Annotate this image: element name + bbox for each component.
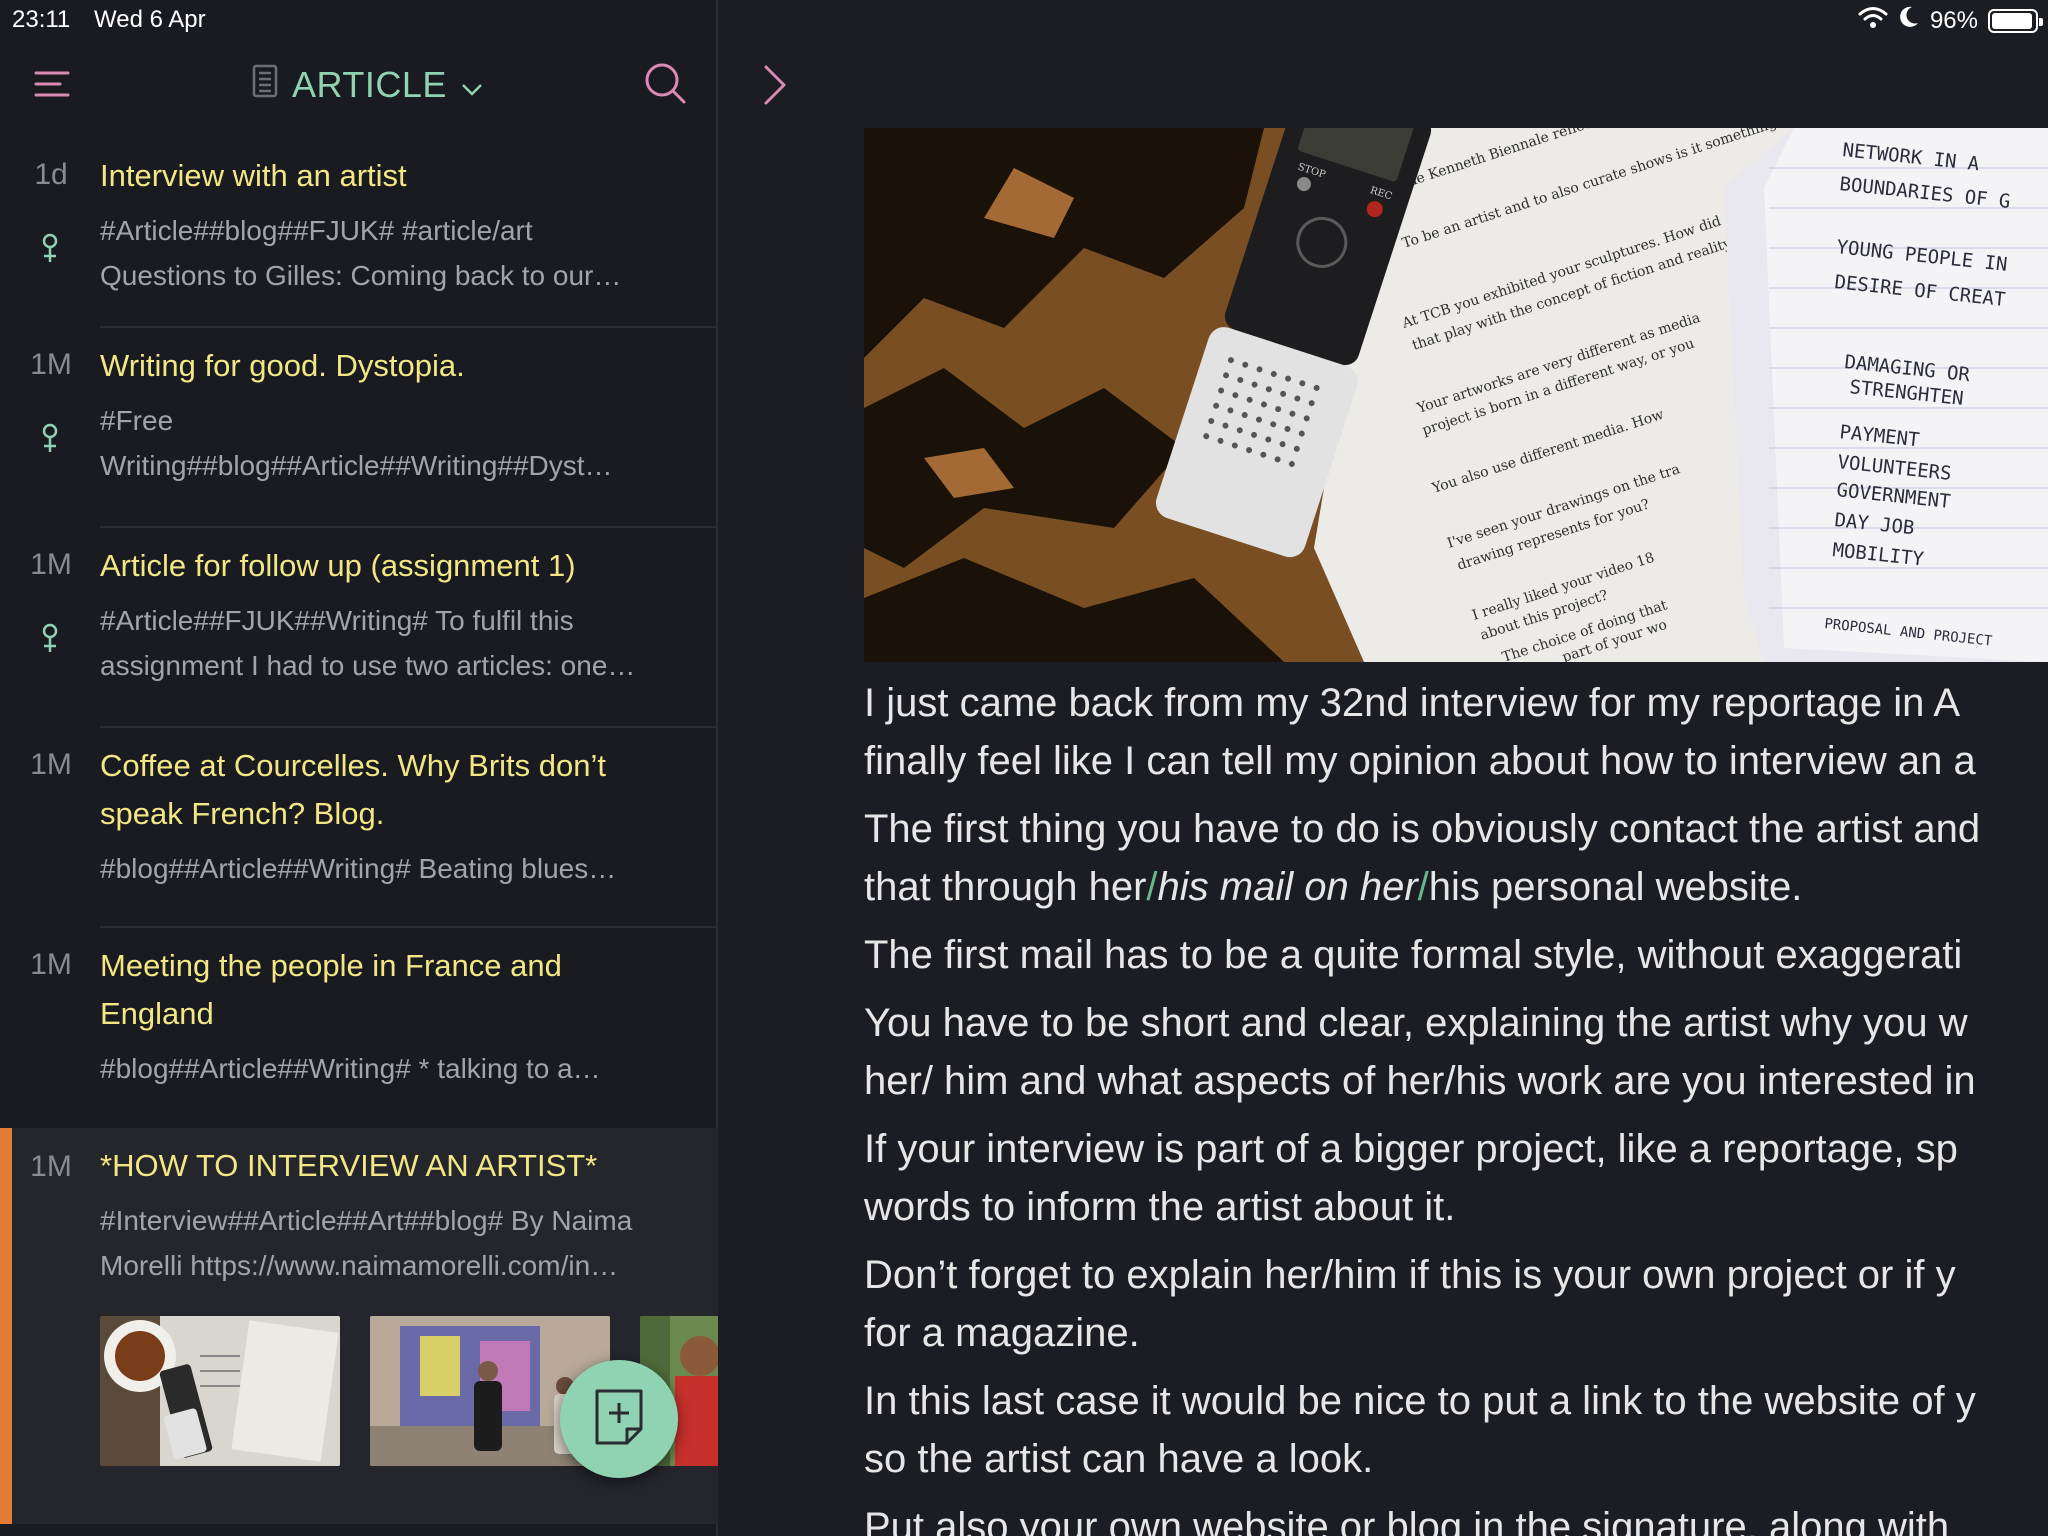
pin-icon bbox=[38, 422, 62, 456]
note-list-item[interactable]: 1M Coffee at Courcelles. Why Brits don’t… bbox=[0, 728, 718, 928]
new-note-button[interactable] bbox=[560, 1360, 678, 1478]
status-bar: 23:11 Wed 6 Apr 96% bbox=[0, 0, 2048, 40]
note-age: 1M bbox=[30, 748, 72, 781]
note-list-item[interactable]: 1M Meeting the people in France and Engl… bbox=[0, 928, 718, 1128]
note-title: England bbox=[100, 996, 214, 1031]
pin-icon bbox=[38, 232, 62, 266]
body-text: that through her bbox=[864, 865, 1147, 909]
note-snippet: #Free bbox=[100, 405, 174, 436]
note-snippet: #Article##blog##FJUK# #article/art bbox=[100, 215, 533, 246]
body-text: finally feel like I can tell my opinion … bbox=[864, 739, 1976, 783]
note-age: 1d bbox=[34, 158, 68, 191]
note-snippet: Questions to Gilles: Coming back to our… bbox=[100, 260, 622, 291]
hamburger-menu-icon[interactable] bbox=[32, 64, 72, 104]
body-line-group: Put also your own website or blog in the… bbox=[864, 1498, 2048, 1536]
note-list-item[interactable]: 1M Writing for good. Dystopia. #Free Wri… bbox=[0, 328, 718, 528]
note-body[interactable]: I just came back from my 32nd interview … bbox=[864, 674, 2048, 1536]
body-text: The first thing you have to do is obviou… bbox=[864, 807, 1981, 851]
notebook-icon bbox=[252, 64, 278, 107]
note-snippet: #Interview##Article##Art##blog# By Naima bbox=[100, 1205, 633, 1236]
battery-percentage: 96% bbox=[1929, 6, 1978, 34]
app-root: ARTICLE 1d Interview with an artist #Art… bbox=[0, 0, 2048, 1536]
note-age: 1M bbox=[30, 548, 72, 581]
note-title: Interview with an artist bbox=[100, 158, 407, 193]
notebook-selector[interactable]: ARTICLE bbox=[252, 60, 483, 110]
body-text: Put also your own website or blog in the… bbox=[864, 1505, 1950, 1536]
chevron-down-icon bbox=[461, 64, 483, 106]
note-list: 1d Interview with an artist #Article##bl… bbox=[0, 140, 718, 1524]
chevron-right-icon[interactable] bbox=[756, 62, 792, 108]
italic-marker: / bbox=[1417, 865, 1429, 909]
italic-text: his mail on her bbox=[1157, 865, 1418, 909]
body-text: so the artist can have a look. bbox=[864, 1437, 1374, 1481]
body-text: You have to be short and clear, explaini… bbox=[864, 1001, 1968, 1045]
body-line-group: In this last case it would be nice to pu… bbox=[864, 1372, 2048, 1488]
status-date: Wed 6 Apr bbox=[94, 6, 206, 33]
battery-fill bbox=[1992, 12, 2033, 29]
body-text: her/ him and what aspects of her/his wor… bbox=[864, 1059, 1976, 1103]
body-text: The first mail has to be a quite formal … bbox=[864, 933, 1963, 977]
note-snippet: #blog##Article##Writing# Beating blues… bbox=[100, 853, 617, 884]
note-snippet: #blog##Article##Writing# * talking to a… bbox=[100, 1053, 601, 1084]
thumbnail-image[interactable] bbox=[100, 1316, 340, 1466]
body-text: words to inform the artist about it. bbox=[864, 1185, 1456, 1229]
note-age: 1M bbox=[30, 348, 72, 381]
note-age: 1M bbox=[30, 1150, 72, 1183]
body-line-group: I just came back from my 32nd interview … bbox=[864, 674, 2048, 790]
status-time: 23:11 bbox=[12, 6, 71, 33]
note-snippet: Morelli https://www.naimamorelli.com/in… bbox=[100, 1250, 619, 1281]
note-snippet: #Article##FJUK##Writing# To fulfil this bbox=[100, 605, 574, 636]
note-snippet: Writing##blog##Article##Writing##Dyst… bbox=[100, 450, 613, 481]
selection-indicator bbox=[0, 1128, 12, 1524]
body-line-group: The first thing you have to do is obviou… bbox=[864, 800, 2048, 916]
new-note-icon bbox=[593, 1387, 645, 1452]
body-line-group: The first mail has to be a quite formal … bbox=[864, 926, 2048, 984]
moon-icon bbox=[1898, 5, 1920, 36]
italic-marker: / bbox=[1146, 865, 1158, 909]
note-title: *HOW TO INTERVIEW AN ARTIST* bbox=[100, 1148, 598, 1183]
body-text: his personal website. bbox=[1428, 865, 1803, 909]
notes-sidebar: ARTICLE 1d Interview with an artist #Art… bbox=[0, 0, 718, 1536]
note-title: Meeting the people in France and bbox=[100, 948, 562, 983]
body-line-group: If your interview is part of a bigger pr… bbox=[864, 1120, 2048, 1236]
body-text: I just came back from my 32nd interview … bbox=[864, 681, 1960, 725]
sidebar-header: ARTICLE bbox=[0, 50, 718, 120]
body-text: Don’t forget to explain her/him if this … bbox=[864, 1253, 1956, 1297]
note-snippet: assignment I had to use two articles: on… bbox=[100, 650, 636, 681]
note-age: 1M bbox=[30, 948, 72, 981]
note-list-item[interactable]: 1d Interview with an artist #Article##bl… bbox=[0, 140, 718, 328]
body-text: In this last case it would be nice to pu… bbox=[864, 1379, 1976, 1423]
note-title: Coffee at Courcelles. Why Brits don’t bbox=[100, 748, 606, 783]
battery-icon bbox=[1988, 8, 2043, 33]
notebook-title: ARTICLE bbox=[292, 64, 447, 105]
note-title: speak French? Blog. bbox=[100, 796, 385, 831]
search-icon[interactable] bbox=[642, 60, 688, 106]
body-text: If your interview is part of a bigger pr… bbox=[864, 1127, 1958, 1171]
body-line-group: Don’t forget to explain her/him if this … bbox=[864, 1246, 2048, 1362]
note-image[interactable]: the Kenneth Biennale reflect you To be a… bbox=[864, 128, 2048, 662]
pin-icon bbox=[38, 622, 62, 656]
note-title: Writing for good. Dystopia. bbox=[100, 348, 465, 383]
note-title: Article for follow up (assignment 1) bbox=[100, 548, 576, 583]
body-text: for a magazine. bbox=[864, 1311, 1140, 1355]
note-editor: the Kenneth Biennale reflect you To be a… bbox=[720, 0, 2048, 1536]
body-line-group: You have to be short and clear, explaini… bbox=[864, 994, 2048, 1110]
wifi-icon bbox=[1858, 5, 1888, 36]
status-indicators: 96% bbox=[1858, 5, 2043, 36]
note-list-item[interactable]: 1M Article for follow up (assignment 1) … bbox=[0, 528, 718, 728]
